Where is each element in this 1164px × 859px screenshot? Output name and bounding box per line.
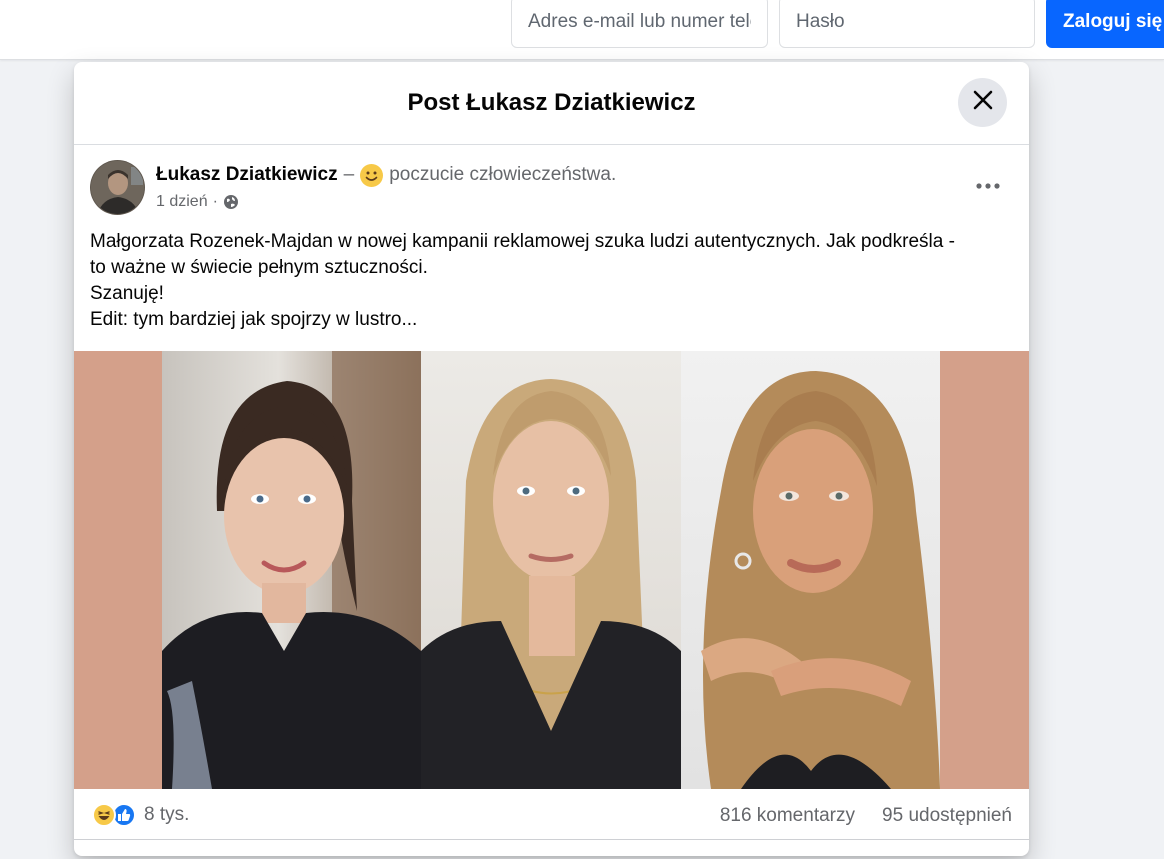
globe-icon [223, 194, 239, 210]
post-meta: 1 dzień · [156, 191, 239, 213]
top-navigation-bar: Zaloguj się [0, 0, 1164, 60]
post-text-line: Edit: tym bardziej jak spojrzy w lustro.… [90, 309, 418, 330]
reactions-summary[interactable]: 8 tys. [92, 802, 189, 828]
haha-icon [92, 803, 116, 827]
post-options-button[interactable] [968, 170, 1008, 200]
dialog-header: Post Łukasz Dziatkiewicz [74, 62, 1029, 145]
more-horizontal-icon [976, 176, 1000, 194]
portrait-photo-2 [421, 351, 681, 789]
dialog-title: Post Łukasz Dziatkiewicz [407, 89, 696, 116]
shares-count[interactable]: 95 udostępnień [882, 805, 1012, 827]
slightly-smiling-face-emoji-icon [360, 163, 384, 187]
author-avatar[interactable] [90, 160, 145, 215]
email-input[interactable] [511, 0, 768, 48]
post-timestamp[interactable]: 1 dzień [156, 193, 208, 211]
author-name[interactable]: Łukasz Dziatkiewicz [156, 164, 338, 186]
password-input[interactable] [779, 0, 1035, 48]
post-author-line: Łukasz Dziatkiewicz – poczucie człowiecz… [156, 163, 616, 187]
portrait-photo-1 [162, 351, 421, 789]
feeling-text: poczucie człowieczeństwa. [389, 164, 617, 185]
reactions-count: 8 tys. [144, 804, 190, 825]
post-text-line: Szanuję! [90, 283, 164, 304]
close-icon [972, 89, 994, 116]
post-image[interactable] [74, 351, 1029, 789]
comments-count[interactable]: 816 komentarzy [720, 805, 855, 827]
meta-dot: · [212, 193, 218, 210]
post-stats-bar: 8 tys. 816 komentarzy 95 udostępnień [74, 790, 1029, 840]
portrait-photo-3 [681, 351, 940, 789]
post-text-line: Małgorzata Rozenek-Majdan w nowej kampan… [90, 231, 955, 252]
post-text-line: to ważne w świecie pełnym sztuczności. [90, 257, 428, 278]
login-button[interactable]: Zaloguj się [1046, 0, 1164, 48]
post-dialog: Post Łukasz Dziatkiewicz Łukasz Dziatkie… [74, 62, 1029, 856]
post-text: Małgorzata Rozenek-Majdan w nowej kampan… [90, 229, 1015, 333]
close-button[interactable] [958, 78, 1007, 127]
separator-dash: – [343, 164, 355, 185]
